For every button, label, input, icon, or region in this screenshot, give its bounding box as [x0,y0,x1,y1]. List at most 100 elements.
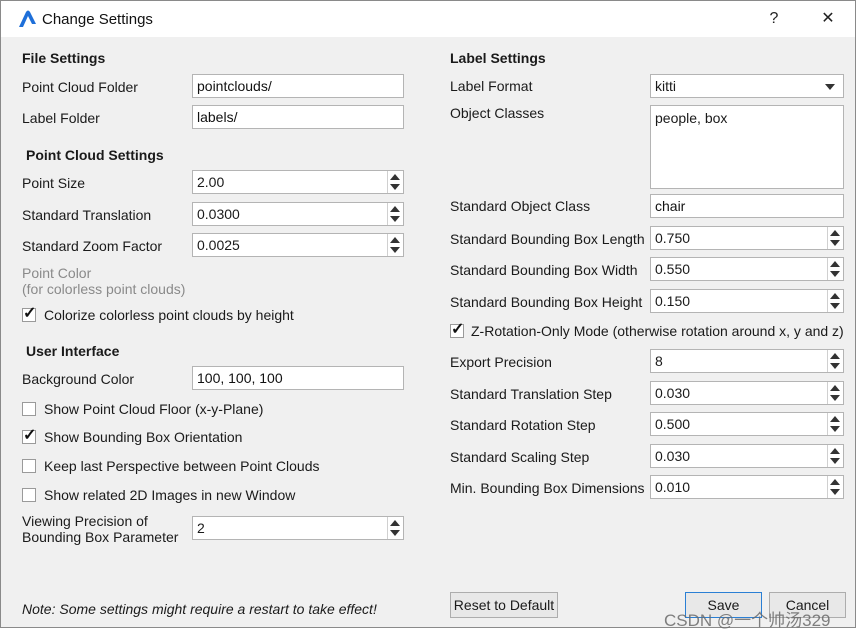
spin-down-icon[interactable] [830,271,840,277]
restart-note: Note: Some settings might require a rest… [22,601,377,617]
show-2d-images-checkbox[interactable] [22,488,36,502]
spin-down-icon[interactable] [830,303,840,309]
show-2d-images-label[interactable]: Show related 2D Images in new Window [44,487,295,503]
viewing-precision-spinbox[interactable]: 2 [192,516,404,540]
watermark-text: CSDN @一个帅汤329 [664,611,831,630]
translation-step-label: Standard Translation Step [450,386,612,402]
point-color-label: Point Color [22,265,92,281]
bbox-length-value: 0.750 [655,230,691,246]
settings-dialog: Change Settings ? ✕ File Settings Point … [0,0,856,628]
spin-up-icon[interactable] [390,206,400,212]
checkmark-icon: ✓ [23,305,37,322]
spin-up-icon[interactable] [830,293,840,299]
spinner-arrows[interactable] [387,234,403,256]
spin-down-icon[interactable] [830,240,840,246]
spin-up-icon[interactable] [830,416,840,422]
bbox-width-value: 0.550 [655,261,691,277]
spin-down-icon[interactable] [830,395,840,401]
z-rotation-only-label[interactable]: Z-Rotation-Only Mode (otherwise rotation… [471,323,844,339]
colorize-by-height-label[interactable]: Colorize colorless point clouds by heigh… [44,307,294,323]
min-bbox-dimensions-value: 0.010 [655,479,691,495]
viewing-precision-label: Viewing Precision of [22,513,148,529]
label-folder-label: Label Folder [22,110,100,126]
spinner-arrows[interactable] [387,171,403,193]
scaling-step-label: Standard Scaling Step [450,449,590,465]
standard-translation-value: 0.0300 [197,206,240,222]
spinner-arrows[interactable] [827,227,843,249]
object-classes-label: Object Classes [450,105,545,121]
export-precision-spinbox[interactable]: 8 [650,349,844,373]
standard-zoom-factor-spinbox[interactable]: 0.0025 [192,233,404,257]
help-button[interactable]: ? [759,7,789,31]
show-floor-label[interactable]: Show Point Cloud Floor (x-y-Plane) [44,401,263,417]
close-button[interactable]: ✕ [813,7,843,31]
spin-up-icon[interactable] [390,237,400,243]
point-size-spinbox[interactable]: 2.00 [192,170,404,194]
bbox-length-label: Standard Bounding Box Length [450,231,645,247]
scaling-step-spinbox[interactable]: 0.030 [650,444,844,468]
min-bbox-dimensions-spinbox[interactable]: 0.010 [650,475,844,499]
spin-up-icon[interactable] [830,230,840,236]
spin-down-icon[interactable] [830,363,840,369]
spinner-arrows[interactable] [387,517,403,539]
spinner-arrows[interactable] [827,413,843,435]
spin-up-icon[interactable] [830,353,840,359]
label-folder-input[interactable] [192,105,404,129]
point-cloud-settings-header: Point Cloud Settings [26,147,164,163]
spin-up-icon[interactable] [390,174,400,180]
spinner-arrows[interactable] [387,203,403,225]
spin-up-icon[interactable] [830,385,840,391]
spin-up-icon[interactable] [390,520,400,526]
bbox-height-spinbox[interactable]: 0.150 [650,289,844,313]
bbox-length-spinbox[interactable]: 0.750 [650,226,844,250]
label-format-select[interactable]: kitti [650,74,844,98]
spinner-arrows[interactable] [827,382,843,404]
spin-down-icon[interactable] [830,458,840,464]
standard-translation-label: Standard Translation [22,207,152,223]
bbox-width-label: Standard Bounding Box Width [450,262,638,278]
spin-down-icon[interactable] [390,530,400,536]
standard-zoom-factor-value: 0.0025 [197,237,240,253]
reset-to-default-button[interactable]: Reset to Default [450,592,558,618]
bbox-width-spinbox[interactable]: 0.550 [650,257,844,281]
background-color-input[interactable] [192,366,404,390]
show-orientation-checkbox[interactable]: ✓ [22,427,36,444]
spinner-arrows[interactable] [827,445,843,467]
spinner-arrows[interactable] [827,290,843,312]
standard-translation-spinbox[interactable]: 0.0300 [192,202,404,226]
object-classes-textarea[interactable]: people, box [650,105,844,189]
spinner-arrows[interactable] [827,350,843,372]
spin-down-icon[interactable] [390,247,400,253]
spin-down-icon[interactable] [390,216,400,222]
show-floor-checkbox[interactable] [22,402,36,416]
chevron-down-icon[interactable] [825,84,835,90]
spin-up-icon[interactable] [830,261,840,267]
standard-object-class-input[interactable] [650,194,844,218]
label-settings-header: Label Settings [450,50,546,66]
spin-up-icon[interactable] [830,479,840,485]
point-size-value: 2.00 [197,174,225,190]
z-rotation-only-checkbox[interactable]: ✓ [450,321,464,338]
background-color-label: Background Color [22,371,135,387]
viewing-precision-sublabel: Bounding Box Parameter [22,529,179,545]
bbox-height-value: 0.150 [655,293,691,309]
spinner-arrows[interactable] [827,258,843,280]
spin-down-icon[interactable] [830,489,840,495]
spin-down-icon[interactable] [830,426,840,432]
scaling-step-value: 0.030 [655,448,691,464]
show-orientation-label[interactable]: Show Bounding Box Orientation [44,429,242,445]
standard-object-class-label: Standard Object Class [450,198,591,214]
spin-down-icon[interactable] [390,184,400,190]
spinner-arrows[interactable] [827,476,843,498]
label-format-value: kitti [655,78,676,94]
rotation-step-spinbox[interactable]: 0.500 [650,412,844,436]
app-logo-icon [19,10,36,27]
translation-step-spinbox[interactable]: 0.030 [650,381,844,405]
keep-perspective-checkbox[interactable] [22,459,36,473]
colorize-by-height-checkbox[interactable]: ✓ [22,305,37,322]
keep-perspective-label[interactable]: Keep last Perspective between Point Clou… [44,458,320,474]
spin-up-icon[interactable] [830,448,840,454]
point-cloud-folder-input[interactable] [192,74,404,98]
standard-zoom-factor-label: Standard Zoom Factor [22,238,163,254]
point-size-label: Point Size [22,175,86,191]
